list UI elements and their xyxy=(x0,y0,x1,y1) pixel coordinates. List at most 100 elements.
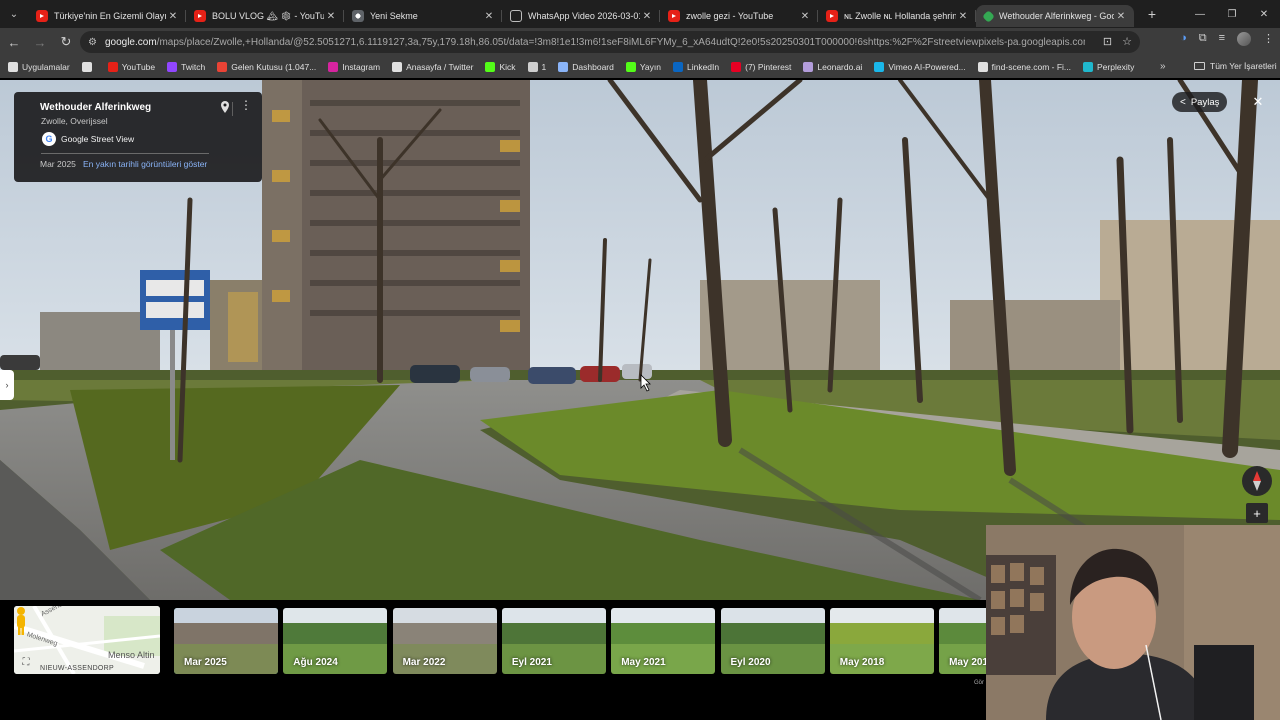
close-tab-icon[interactable]: ✕ xyxy=(1114,11,1128,22)
gmail-icon xyxy=(217,62,228,72)
tab[interactable]: WhatsApp Video 2026-03-01 at✕ xyxy=(502,5,660,27)
tab-title: Wethouder Alferinkweg - Goog xyxy=(999,11,1114,21)
tab[interactable]: Yeni Sekme ✕ xyxy=(344,5,502,27)
tab[interactable]: BOLU VLOG 🏔 ❄ - YouTube ✕ xyxy=(186,5,344,27)
show-latest-imagery-link[interactable]: En yakın tarihli görüntüleri göster xyxy=(83,159,207,169)
extension-icon[interactable]: ◑ xyxy=(1180,32,1187,46)
bookmark-label: LinkedIn xyxy=(686,62,720,72)
location-title: Wethouder Alferinkweg xyxy=(40,102,152,113)
bookmark-item[interactable]: Anasayfa / Twitter xyxy=(392,62,473,72)
address-bar[interactable]: ⚙ google.com/maps/place/Zwolle,+Hollanda… xyxy=(80,31,1140,53)
pegman-icon[interactable] xyxy=(14,606,28,636)
thumbnail-trees xyxy=(283,622,388,646)
back-button[interactable]: ← xyxy=(2,30,26,54)
bookmark-label: YouTube xyxy=(121,62,156,72)
bookmark-item[interactable]: Instagram xyxy=(328,62,380,72)
tab[interactable]: ɴʟ Zwolle ɴʟ Hollanda şehrini b ✕ xyxy=(818,5,976,27)
all-bookmarks-folder[interactable]: Tüm Yer İşaretleri xyxy=(1194,61,1277,71)
timeline-thumbnail[interactable]: Mar 2022 xyxy=(392,608,497,674)
new-tab-button[interactable]: + xyxy=(1140,6,1164,22)
timeline-thumbnail[interactable]: Ağu 2024 xyxy=(283,608,388,674)
toolbar-actions: ◑ ⧉ ≡ ⋮ xyxy=(1180,32,1274,46)
bookmark-item[interactable]: Gelen Kutusu (1.047... xyxy=(217,62,316,72)
more-options-icon[interactable]: ⋮ xyxy=(240,99,252,111)
bookmark-item[interactable]: Kick xyxy=(485,62,516,72)
tab-search-chevron-icon[interactable]: ⌄ xyxy=(0,0,28,28)
bookmark-label: Kick xyxy=(499,62,516,72)
bookmark-item[interactable]: Perplexity xyxy=(1083,62,1134,72)
bookmark-item[interactable]: LinkedIn xyxy=(672,62,720,72)
reload-button[interactable]: ↻ xyxy=(54,30,78,54)
bookmark-star-icon[interactable]: ☆ xyxy=(1122,35,1132,48)
youtube-icon xyxy=(194,10,206,22)
bookmark-item[interactable]: (7) Pinterest xyxy=(731,62,791,72)
install-app-icon[interactable]: ⊡ xyxy=(1103,35,1112,48)
location-subtitle: Zwolle, Overijssel xyxy=(41,116,108,126)
bookmark-label: 1 xyxy=(541,62,547,72)
youtube-icon xyxy=(36,10,48,22)
bookmark-item[interactable]: YouTube xyxy=(107,62,156,72)
thumbnail-date-label: Mar 2025 xyxy=(184,657,227,668)
card-rule xyxy=(41,153,209,154)
location-info-card: Wethouder Alferinkweg Zwolle, Overijssel… xyxy=(14,92,262,182)
url-text[interactable]: google.com/maps/place/Zwolle,+Hollanda/@… xyxy=(105,37,1085,48)
tab-title: zwolle gezi - YouTube xyxy=(686,11,774,21)
window-controls: — ❐ ✕ xyxy=(1184,0,1280,28)
bookmark-item[interactable]: Twitch xyxy=(167,62,205,72)
timeline-thumbnail[interactable]: May 2018 xyxy=(829,608,934,674)
bookmark-item[interactable]: Leonardo.ai xyxy=(803,62,862,72)
zoom-in-button[interactable]: + xyxy=(1246,503,1268,523)
tab-title: Yeni Sekme xyxy=(370,11,418,21)
site-info-icon[interactable]: ⚙ xyxy=(88,37,97,48)
share-button[interactable]: < Paylaş xyxy=(1172,92,1228,112)
expand-map-icon[interactable]: ⛶ xyxy=(20,656,32,668)
close-tab-icon[interactable]: ✕ xyxy=(640,11,654,22)
bookmark-item[interactable]: Uygulamalar xyxy=(8,62,70,72)
profile-avatar[interactable] xyxy=(1237,32,1251,46)
google-logo-icon: G xyxy=(42,132,56,146)
url-host: google.com xyxy=(104,36,157,48)
tab[interactable]: Türkiye'nin En Gizemli Olayı: Ta✕ xyxy=(28,5,186,27)
thumbnail-date-label: Eyl 2021 xyxy=(511,657,552,668)
bookmark-item[interactable]: Dashboard xyxy=(558,62,614,72)
close-tab-icon[interactable]: ✕ xyxy=(956,11,970,22)
twitch-icon xyxy=(167,62,178,72)
footer-fragment: Gör xyxy=(974,680,985,686)
close-window-icon[interactable]: ✕ xyxy=(1248,0,1280,28)
bookmark-item[interactable]: 1 xyxy=(527,62,547,72)
forward-button[interactable]: → xyxy=(28,30,52,54)
close-street-view-icon[interactable]: ✕ xyxy=(1248,92,1268,112)
bookmark-label: Leonardo.ai xyxy=(817,62,863,72)
timeline-thumbnail[interactable]: Eyl 2021 xyxy=(501,608,606,674)
tab-title: WhatsApp Video 2026-03-01 at xyxy=(528,11,640,21)
media-control-icon[interactable]: ≡ xyxy=(1219,32,1225,46)
timeline-thumbnail-selected[interactable]: Mar 2025 xyxy=(174,608,278,674)
timeline-thumbnail[interactable]: Eyl 2020 xyxy=(720,608,825,674)
bookmark-item[interactable]: Yayın xyxy=(625,62,661,72)
extensions-puzzle-icon[interactable]: ⧉ xyxy=(1199,32,1207,46)
bookmarks-overflow-icon[interactable]: » xyxy=(1160,61,1166,72)
leonardo-icon xyxy=(803,62,814,72)
folder-icon xyxy=(1194,62,1205,70)
close-tab-icon[interactable]: ✕ xyxy=(798,11,812,22)
timeline-thumbnail[interactable]: May 2021 xyxy=(611,608,716,674)
maps-icon xyxy=(982,9,995,23)
bookmark-item[interactable]: find-scene.com - Fi... xyxy=(977,62,1071,72)
bookmark-item[interactable]: Vimeo AI-Powered... xyxy=(874,62,966,72)
expand-side-panel-icon[interactable]: › xyxy=(0,370,14,400)
compass-icon[interactable] xyxy=(1242,466,1272,496)
tab[interactable]: zwolle gezi - YouTube ✕ xyxy=(660,5,818,27)
mini-map[interactable]: Assendorperdijk Molenweg Menso Altin NIE… xyxy=(14,606,160,674)
close-tab-icon[interactable]: ✕ xyxy=(482,11,496,22)
tab-active[interactable]: Wethouder Alferinkweg - Goog ✕ xyxy=(976,5,1134,27)
close-tab-icon[interactable]: ✕ xyxy=(166,11,180,22)
folder-icon xyxy=(527,62,538,72)
restore-icon[interactable]: ❐ xyxy=(1216,0,1248,28)
chrome-menu-icon[interactable]: ⋮ xyxy=(1263,32,1274,46)
share-label: Paylaş xyxy=(1190,96,1220,108)
thumbnail-trees xyxy=(174,622,278,646)
minimize-icon[interactable]: — xyxy=(1184,0,1216,28)
bookmark-item[interactable] xyxy=(81,62,96,72)
close-tab-icon[interactable]: ✕ xyxy=(324,11,338,22)
map-pin-icon[interactable] xyxy=(220,101,230,113)
